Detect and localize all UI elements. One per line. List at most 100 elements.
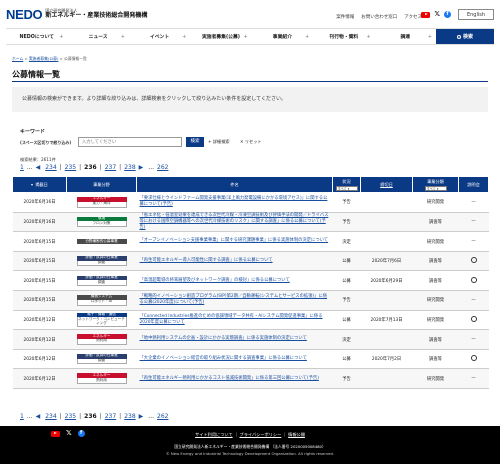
footer-link-disclosure[interactable]: 情報公開 (288, 432, 305, 437)
pager-prev-icon[interactable]: ◀ (36, 164, 41, 171)
pager-first[interactable]: 1 (20, 413, 24, 420)
row-status: 公募 (332, 270, 361, 292)
footer-links: サイト利用について ｜ プライバシーポリシー ｜ 情報公開 (195, 432, 305, 437)
table-row: 2020年6月12日 評価・試算の仕事業 調査 「大企業のイノベーション経営の取り組み… (12, 349, 489, 370)
pager-ellipsis: ... (148, 164, 155, 171)
pager-page[interactable]: 235 (65, 413, 76, 420)
row-deadline (360, 290, 413, 311)
facebook-icon[interactable]: f (444, 11, 451, 18)
top-link-cases[interactable]: 案件情報 (336, 14, 354, 20)
row-category: エネルギー 熱利用 (66, 368, 137, 389)
briefing-circle-icon (470, 257, 477, 264)
row-title-link[interactable]: 「再生可能エネルギー導入可能性に関する調査」に係る公募について (140, 258, 273, 263)
nav-calls[interactable]: 実施者募集(公募) (190, 29, 251, 46)
row-title-link[interactable]: 「オープンイノベーション支援事業事業」に関する研究課題事業」に係る実施体制の決定… (140, 238, 329, 243)
nav-search-button[interactable]: 検索 (435, 29, 494, 44)
nav-events[interactable]: イベント (129, 29, 190, 46)
category-badge: 評価・試算の仕事業 調査 (76, 255, 127, 267)
intro-text: 公募情報の検索ができます。より詳細な絞り込みは、詳細検索をクリックして絞り込みた… (22, 96, 286, 102)
keyword-sublabel: (スペース区切りで絞り込み) (20, 140, 72, 145)
breadcrumb-calls[interactable]: 実施者募集(公募) (29, 56, 59, 61)
pager-page[interactable]: 234 (45, 413, 56, 420)
pager-page[interactable]: 238 (124, 413, 135, 420)
top-link-access[interactable]: アクセス (404, 14, 422, 20)
table-row: 2020年6月15日 評価・試算の仕事業 調査 「再生可能エネルギー導入可能性に関する… (12, 251, 489, 272)
youtube-icon[interactable] (421, 11, 431, 18)
pager-page[interactable]: 234 (45, 164, 56, 171)
pager-bottom: 1 ... ◀ 234 | 235 | 236 | 237 | 238 ▶ ... 26… (20, 413, 169, 420)
detail-search-link[interactable]: + 詳細検索 (208, 139, 230, 145)
nav-procurement[interactable]: 調達 (375, 29, 436, 46)
row-deadline (360, 231, 413, 252)
row-status: 予告 (332, 212, 361, 233)
footer-link-terms[interactable]: サイト利用について (195, 432, 233, 437)
table-header-row: 掲載日 事業分野 件名 状況 すべて ▾ 締切日 事業分類 すべて ▾ 説明会 (12, 176, 489, 193)
reset-link[interactable]: ✕ リセット (240, 139, 262, 145)
category-badge: 機械システム ロボット・AI (76, 295, 127, 306)
row-explain: — (458, 368, 489, 389)
top-link-contact[interactable]: お問い合わせ窓口 (361, 14, 397, 20)
pager-first[interactable]: 1 (20, 164, 24, 171)
th-deadline[interactable]: 締切日 (360, 176, 413, 193)
pager-page[interactable]: 237 (105, 413, 116, 420)
pager-next-icon[interactable]: ▶ (139, 164, 144, 171)
pager-last[interactable]: 262 (157, 164, 168, 171)
table-row: 2020年6月12日 電子・情報・通信 ネットワーク・コンピューティング 「Conne… (12, 310, 489, 331)
pager-top: 1 ... ◀ 234 | 235 | 236 | 237 | 238 ▶ ... 26… (20, 164, 169, 171)
row-type: 調査等 (412, 212, 459, 233)
briefing-circle-icon (470, 315, 477, 322)
pager-next-icon[interactable]: ▶ (139, 413, 144, 420)
x-icon[interactable]: 𝕏 (434, 11, 440, 18)
logo-mark: NEDO (6, 7, 43, 22)
pager-page[interactable]: 238 (124, 164, 135, 171)
pager-last[interactable]: 262 (157, 413, 168, 420)
table-row: 2020年6月12日 エネルギー 熱利用 「地中熱利用システムの企画・設計にかかる実態… (12, 329, 489, 350)
row-date: 2020年6月15日 (12, 270, 67, 292)
row-category: 機械システム ロボット・AI (66, 290, 137, 311)
pager-prev-icon[interactable]: ◀ (36, 413, 41, 420)
keyword-search-button[interactable]: 検索 (186, 137, 204, 147)
row-title-cell: 「大企業のイノベーション経営の取り組み状況に関する調査事業」に係る公募について (136, 349, 333, 370)
row-explain-text: — (471, 337, 476, 343)
row-title-link[interactable]: 「再生可能エネルギー熱利用にかかるコスト低減技術開発」に係る第三回公募について(… (140, 376, 319, 381)
row-title-link[interactable]: 「戦略的イノベーション創造プログラム(SIP)第2期／自動運転(システムとサービ… (140, 294, 328, 305)
nav-about[interactable]: NEDOについて (6, 29, 67, 46)
title-divider (12, 81, 488, 82)
row-status: 予告 (332, 192, 361, 213)
pager-ellipsis: ... (26, 413, 33, 420)
row-type: 研究開発 (412, 290, 459, 311)
th-type: 事業分類 すべて ▾ (412, 176, 459, 193)
nav-news[interactable]: ニュース (67, 29, 128, 46)
briefing-circle-icon (470, 355, 477, 362)
nedo-logo[interactable]: NEDO 国立研究開発法人 新エネルギー・産業技術総合開発機構 (6, 7, 147, 22)
row-title-cell: 「再生可能エネルギー導入可能性に関する調査」に係る公募について (136, 251, 333, 272)
row-category: 環境 フロン対策 (66, 212, 137, 233)
pager-page[interactable]: 237 (105, 164, 116, 171)
english-button[interactable]: English (458, 9, 494, 20)
status-filter-select[interactable]: すべて ▾ (335, 185, 358, 191)
type-filter-select[interactable]: すべて ▾ (424, 185, 447, 191)
row-type: 研究開発 (412, 310, 459, 331)
pager-page[interactable]: 235 (65, 164, 76, 171)
th-date[interactable]: 掲載日 (12, 176, 67, 193)
sort-desc-icon (31, 183, 34, 186)
row-explain-text: — (471, 199, 476, 205)
row-title-link[interactable]: 「省エネ化・低温室効果を達成できる次世代冷媒・冷凍空調技術及び評価手法の開発／ト… (140, 213, 329, 230)
row-title-link[interactable]: 「大企業のイノベーション経営の取り組み状況に関する調査事業」に係る公募について (140, 356, 307, 361)
nav-projects[interactable]: 事業紹介 (252, 29, 313, 46)
breadcrumb-home[interactable]: ホーム (12, 56, 23, 61)
row-title-link[interactable]: 「地中熱利用システムの企画・設計にかかる実態調査」に係る実施体制の決定について (140, 336, 307, 341)
row-date: 2020年6月12日 (12, 310, 67, 331)
row-title-link[interactable]: 「要求仕様とウインドファーム開発支援事業(洋上風力発電設備にかかる環境アセス)」… (140, 196, 328, 207)
category-bottom: ロボット・AI (76, 299, 127, 306)
footer-link-privacy[interactable]: プライバシーポリシー (240, 432, 282, 437)
row-title-cell: 「地中熱利用システムの企画・設計にかかる実態調査」に係る実施体制の決定について (136, 329, 333, 350)
page-title: 公募情報一覧 (12, 70, 60, 79)
keyword-input[interactable] (78, 137, 182, 147)
nav-publications[interactable]: 刊行物・資料 (313, 29, 374, 46)
row-title-link[interactable]: 「高温超電導の将来展望及びネットワーク調査」の検討」に係る公募について (140, 278, 290, 283)
row-explain: — (458, 231, 489, 252)
row-title-link[interactable]: 「Connected Industries推進のための協調領域データ共有・AIシ… (140, 314, 323, 325)
row-date: 2020年6月15日 (12, 251, 67, 272)
row-status: 予告 (332, 368, 361, 389)
